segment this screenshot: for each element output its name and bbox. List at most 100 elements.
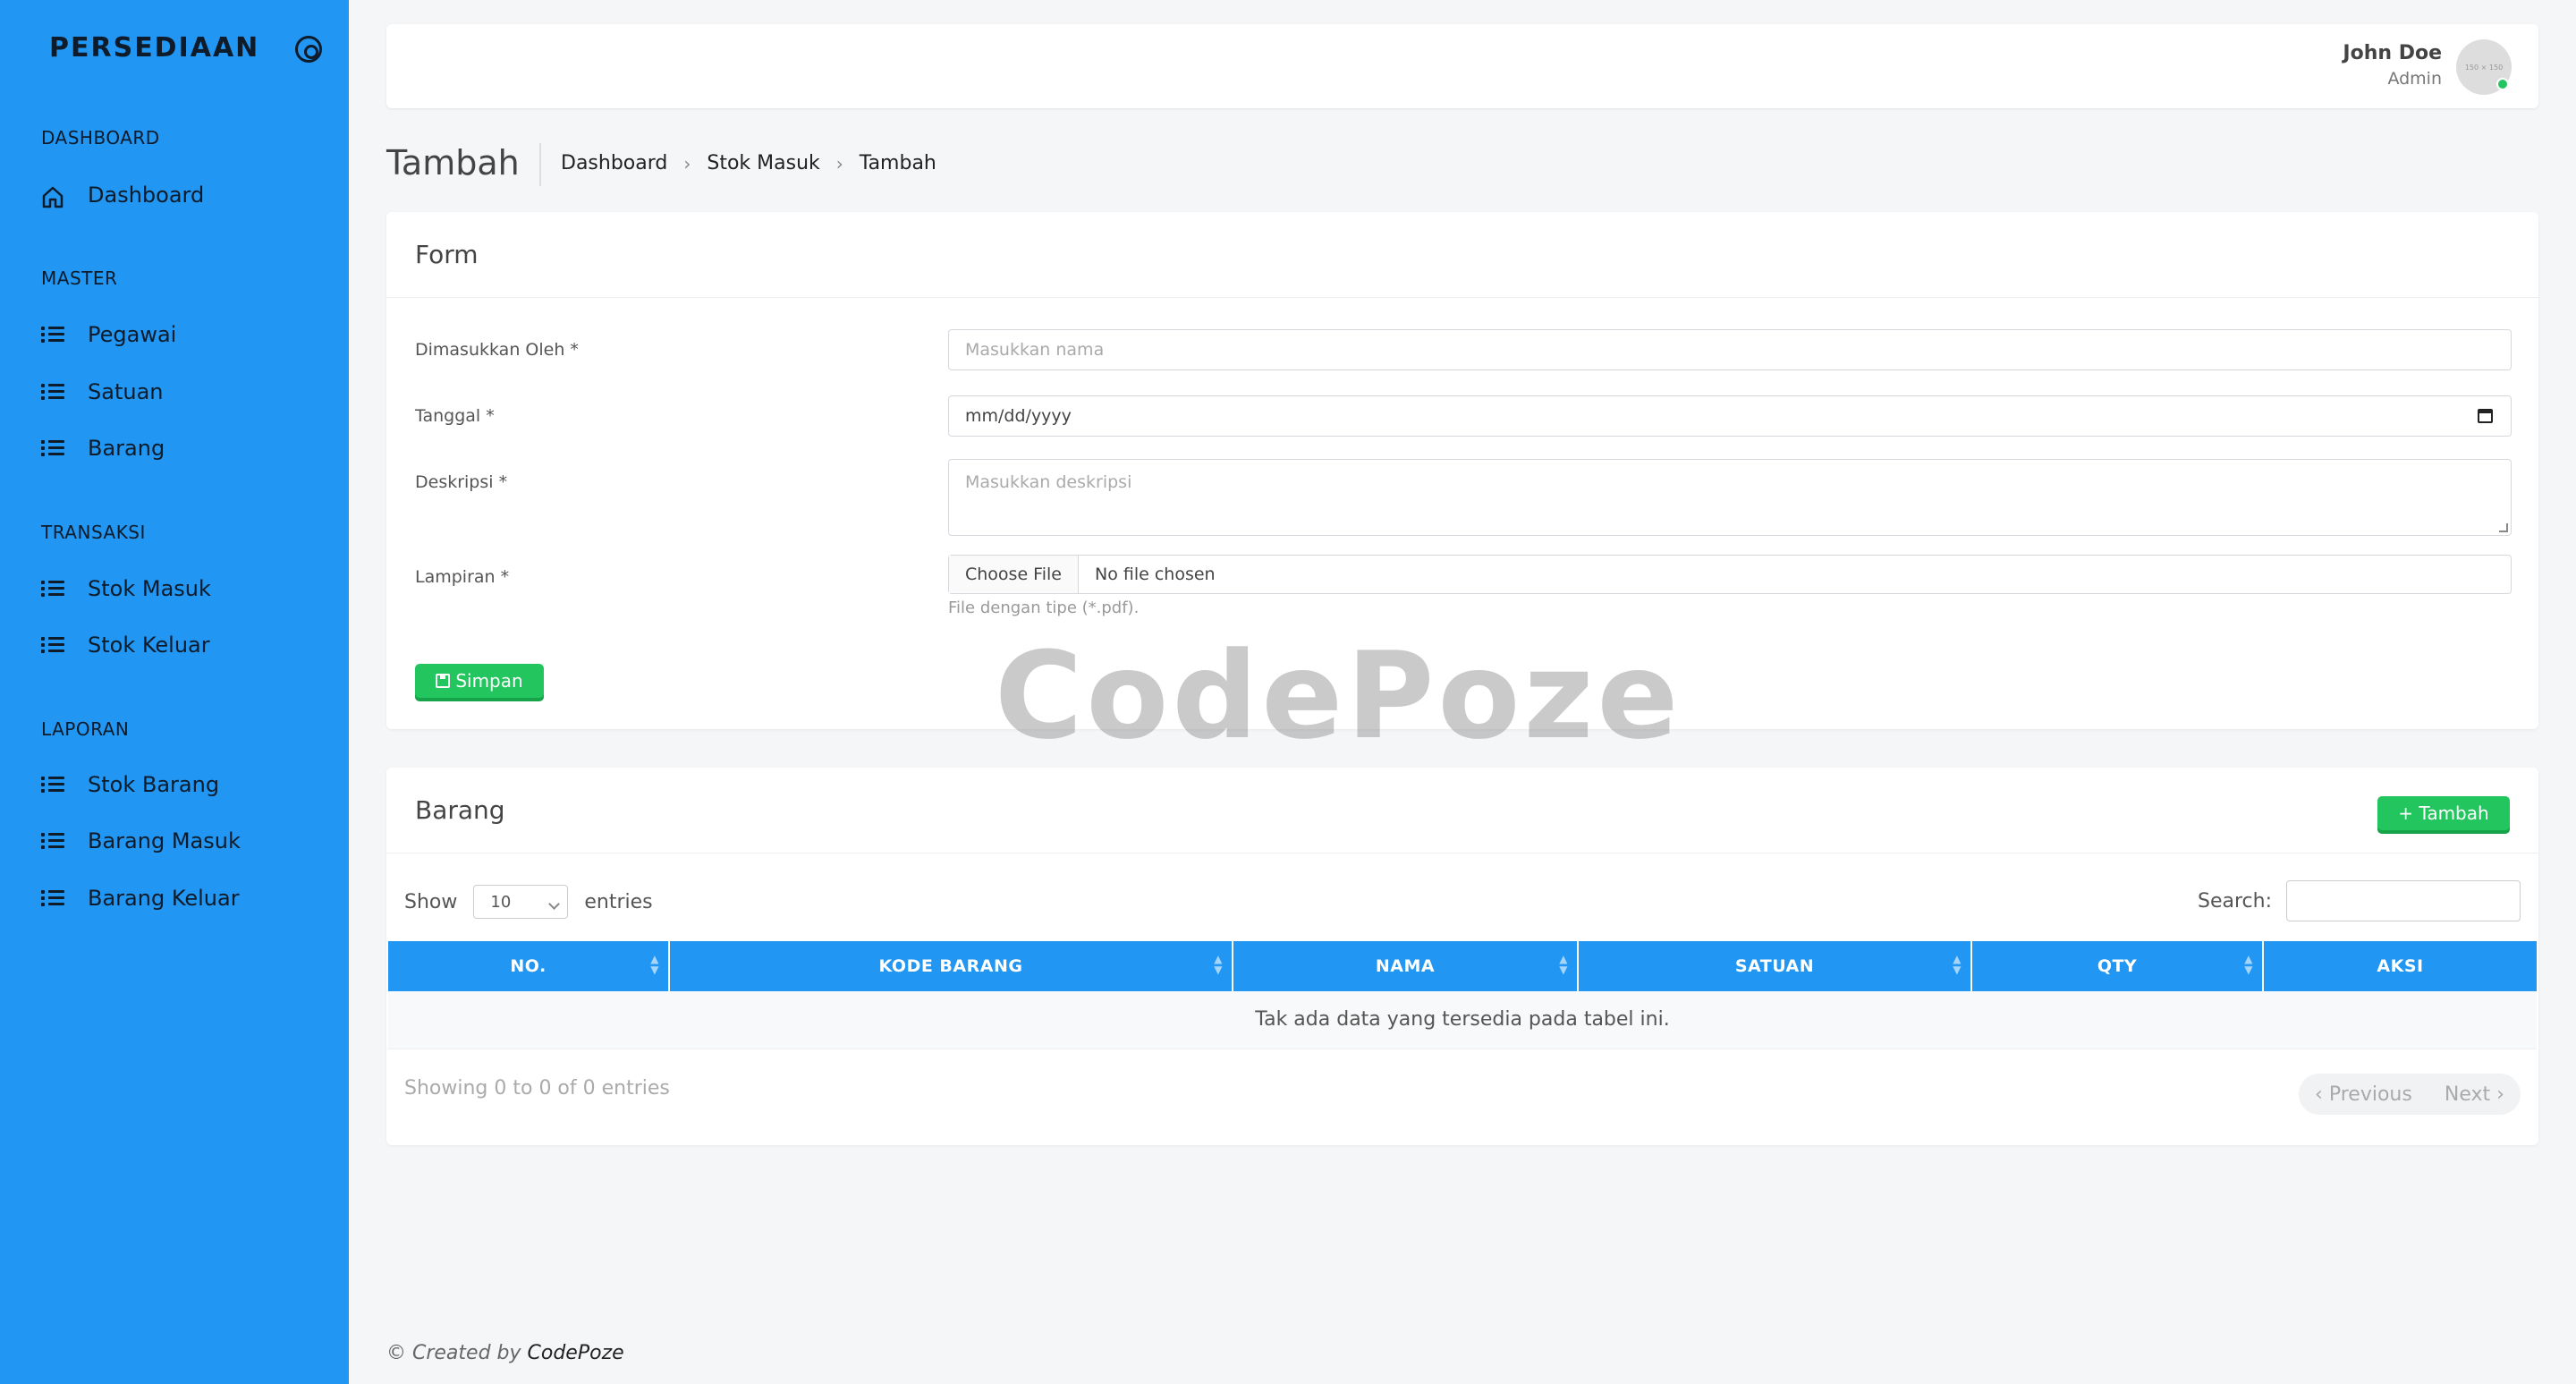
entered-by-label: Dimasukkan Oleh * xyxy=(415,340,579,360)
sidebar-item-label: Stok Barang xyxy=(88,772,220,797)
sidebar-item-barang[interactable]: Barang xyxy=(41,430,327,466)
attachment-label: Lampiran * xyxy=(415,567,510,587)
description-placeholder: Masukkan deskripsi xyxy=(965,472,1132,492)
sort-icon: ▲ ▼ xyxy=(650,953,659,976)
search-control: Search: xyxy=(2198,880,2521,921)
sidebar-item-label: Barang Masuk xyxy=(88,828,241,853)
sidebar-item-label: Stok Keluar xyxy=(88,633,210,658)
barang-table-card: Barang + Tambah Show 10 entries Search: … xyxy=(386,768,2538,1145)
date-placeholder: mm/dd/yyyy xyxy=(965,406,1072,426)
sidebar-item-dashboard[interactable]: Dashboard xyxy=(41,177,327,213)
choose-file-button[interactable]: Choose File xyxy=(949,556,1079,593)
list-icon xyxy=(41,635,64,655)
search-input[interactable] xyxy=(2286,880,2521,921)
entries-select-value: 10 xyxy=(490,892,512,912)
avatar-placeholder-text: 150 × 150 xyxy=(2464,63,2504,72)
column-header-kode-barang[interactable]: KODE BARANG ▲ ▼ xyxy=(669,941,1233,991)
column-header-aksi: AKSI xyxy=(2263,941,2537,991)
sidebar-item-pegawai[interactable]: Pegawai xyxy=(41,317,327,352)
sidebar-item-label: Barang xyxy=(88,436,165,461)
chevron-right-icon: › xyxy=(683,152,691,174)
table-row: Tak ada data yang tersedia pada tabel in… xyxy=(388,991,2537,1049)
entries-select[interactable]: 10 xyxy=(473,885,569,919)
date-input[interactable]: mm/dd/yyyy xyxy=(948,395,2512,437)
barang-table: NO. ▲ ▼ KODE BARANG ▲ ▼ NAMA ▲ ▼ SATUAN ▲ ▼ QTY ▲… xyxy=(388,941,2537,1049)
sidebar-item-stok-barang[interactable]: Stok Barang xyxy=(41,767,327,802)
brand-title: PERSEDIAAN xyxy=(49,32,260,64)
attachment-help-text: File dengan tipe (*.pdf). xyxy=(948,599,1140,617)
breadcrumb-dashboard[interactable]: Dashboard xyxy=(561,152,667,174)
calendar-icon[interactable] xyxy=(2478,409,2493,423)
sidebar-item-label: Satuan xyxy=(88,379,164,404)
footer-author-link[interactable]: CodePoze xyxy=(528,1342,624,1364)
date-label: Tanggal * xyxy=(415,406,495,426)
section-title-transaksi: TRANSAKSI xyxy=(41,522,146,543)
breadcrumb: Dashboard › Stok Masuk › Tambah xyxy=(561,152,936,174)
user-name[interactable]: John Doe xyxy=(2343,42,2442,64)
sidebar-item-satuan[interactable]: Satuan xyxy=(41,374,327,410)
save-button-label: Simpan xyxy=(455,670,523,692)
breadcrumb-current: Tambah xyxy=(859,152,936,174)
toggle-sidebar-icon[interactable] xyxy=(295,36,322,63)
sidebar-item-label: Pegawai xyxy=(88,322,177,347)
description-label: Deskripsi * xyxy=(415,472,508,492)
show-label: Show xyxy=(404,890,458,913)
table-info: Showing 0 to 0 of 0 entries xyxy=(404,1077,670,1100)
search-label: Search: xyxy=(2198,889,2272,913)
form-card-title: Form xyxy=(386,212,2538,298)
list-icon xyxy=(41,888,64,908)
sidebar-item-label: Barang Keluar xyxy=(88,886,240,911)
breadcrumb-stok-masuk[interactable]: Stok Masuk xyxy=(707,152,819,174)
sidebar-item-label: Stok Masuk xyxy=(88,576,211,601)
table-header-row: NO. ▲ ▼ KODE BARANG ▲ ▼ NAMA ▲ ▼ SATUAN ▲ ▼ QTY ▲… xyxy=(388,941,2537,991)
list-icon xyxy=(41,775,64,794)
column-header-no[interactable]: NO. ▲ ▼ xyxy=(388,941,670,991)
sidebar-item-stok-masuk[interactable]: Stok Masuk xyxy=(41,571,327,607)
save-icon xyxy=(436,674,451,688)
sort-icon: ▲ ▼ xyxy=(1953,953,1962,976)
sidebar-item-barang-keluar[interactable]: Barang Keluar xyxy=(41,880,327,916)
watermark: CodePoze xyxy=(995,626,1682,766)
section-title-laporan: LAPORAN xyxy=(41,718,130,740)
save-button[interactable]: Simpan xyxy=(415,664,544,698)
home-icon xyxy=(41,185,64,208)
column-header-qty[interactable]: QTY ▲ ▼ xyxy=(1971,941,2264,991)
description-textarea[interactable]: Masukkan deskripsi xyxy=(948,459,2512,536)
list-icon xyxy=(41,438,64,458)
list-icon xyxy=(41,831,64,851)
footer-prefix: © Created by xyxy=(386,1342,528,1364)
topbar: John Doe Admin 150 × 150 xyxy=(386,24,2538,108)
sort-icon: ▲ ▼ xyxy=(2244,953,2253,976)
next-button[interactable]: Next › xyxy=(2445,1083,2504,1106)
user-role: Admin xyxy=(2387,69,2442,89)
list-icon xyxy=(41,579,64,599)
add-barang-button[interactable]: + Tambah xyxy=(2377,796,2510,830)
section-title-master: MASTER xyxy=(41,267,118,289)
entries-label: entries xyxy=(584,890,653,913)
online-status-dot xyxy=(2496,78,2509,90)
sidebar-item-barang-masuk[interactable]: Barang Masuk xyxy=(41,823,327,859)
sort-icon: ▲ ▼ xyxy=(1214,953,1223,976)
column-header-nama[interactable]: NAMA ▲ ▼ xyxy=(1233,941,1579,991)
section-title-dashboard: DASHBOARD xyxy=(41,127,160,149)
page-title: Tambah xyxy=(386,143,520,183)
previous-button[interactable]: ‹ Previous xyxy=(2315,1083,2412,1106)
title-divider xyxy=(539,143,541,186)
sidebar-item-stok-keluar[interactable]: Stok Keluar xyxy=(41,627,327,663)
file-status-text: No file chosen xyxy=(1094,565,1216,584)
footer: © Created by CodePoze xyxy=(386,1342,624,1364)
empty-table-message: Tak ada data yang tersedia pada tabel in… xyxy=(388,991,2537,1049)
sort-icon: ▲ ▼ xyxy=(1559,953,1568,976)
list-icon xyxy=(41,325,64,344)
sidebar: PERSEDIAAN DASHBOARD Dashboard MASTER Pe… xyxy=(0,0,349,1384)
chevron-right-icon: › xyxy=(835,152,843,174)
resize-handle-icon[interactable] xyxy=(2499,523,2508,532)
pagination: ‹ Previous Next › xyxy=(2299,1074,2521,1115)
column-header-satuan[interactable]: SATUAN ▲ ▼ xyxy=(1578,941,1972,991)
sidebar-item-label: Dashboard xyxy=(88,183,205,208)
table-card-title: Barang xyxy=(386,768,2538,853)
attachment-file-input[interactable]: Choose File No file chosen xyxy=(948,555,2512,594)
entries-control: Show 10 entries xyxy=(404,885,653,919)
entered-by-input[interactable]: Masukkan nama xyxy=(948,329,2512,370)
list-icon xyxy=(41,382,64,402)
